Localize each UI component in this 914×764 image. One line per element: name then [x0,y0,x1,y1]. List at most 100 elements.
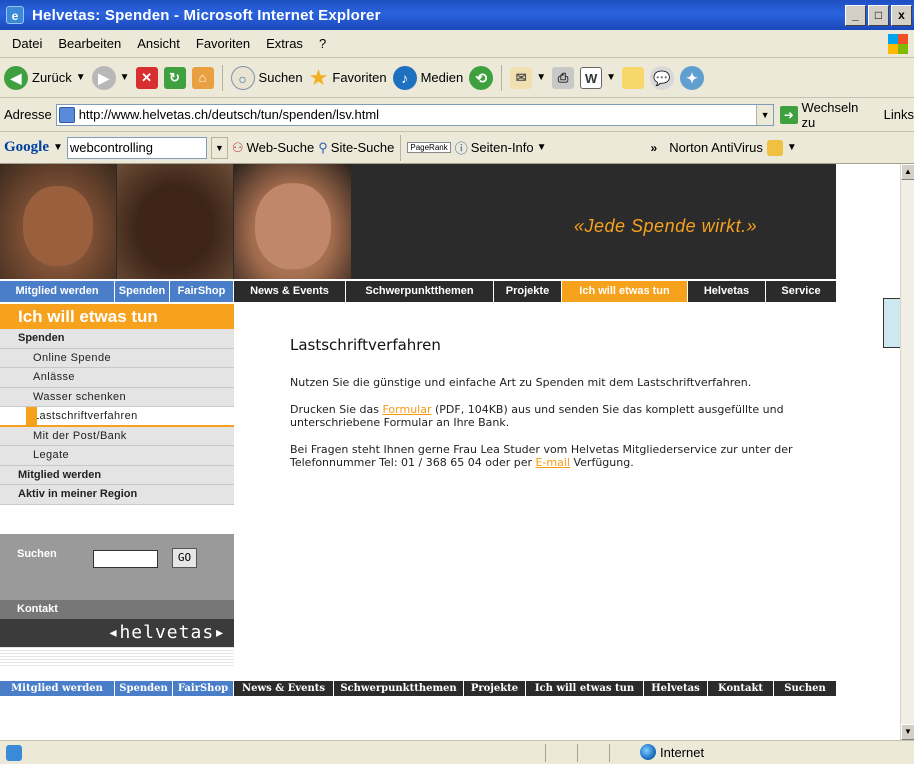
footer-ich-will-etwas-tun[interactable]: Ich will etwas tun [526,681,644,696]
nav-ich-will-etwas-tun[interactable]: Ich will etwas tun [562,281,688,302]
search-icon: ○ [230,65,255,90]
menu-ansicht[interactable]: Ansicht [129,36,188,51]
menu-extras[interactable]: Extras [258,36,311,51]
print-icon[interactable]: ⎙ [552,66,575,89]
page-info-button[interactable]: ⓘ Seiten-Info ▼ [455,138,547,157]
window-title: Helvetas: Spenden - Microsoft Internet E… [32,6,381,24]
maximize-button[interactable]: □ [868,5,889,26]
active-marker [26,407,37,425]
sidebar-item-legate[interactable]: Legate [0,446,234,466]
page-title: Lastschriftverfahren [290,336,441,354]
address-input[interactable]: http://www.helvetas.ch/deutsch/tun/spend… [55,103,775,126]
formular-link[interactable]: Formular [382,403,431,416]
nav-news-events[interactable]: News & Events [234,281,346,302]
search-label: Suchen [258,70,303,85]
mail-button[interactable]: ✉ ▼ [510,66,546,89]
menu-favoriten[interactable]: Favoriten [188,36,258,51]
minimize-button[interactable]: _ [845,5,866,26]
menu-help[interactable]: ? [311,36,334,51]
search-go-button[interactable]: GO [172,548,197,568]
scroll-down-icon[interactable]: ▼ [901,724,914,740]
sidebar-contact[interactable]: Kontakt [0,600,234,619]
sidebar-stripes [0,647,234,667]
ie-icon: e [6,6,24,24]
nav-projekte[interactable]: Projekte [494,281,562,302]
sidebar-item-lastschriftverfahren[interactable]: Lastschriftverfahren [0,407,234,427]
media-icon: ♪ [392,65,417,90]
media-button[interactable]: ♪ Medien [392,65,463,90]
favorites-button[interactable]: ★ Favoriten [309,65,387,91]
norton-button[interactable]: Norton AntiVirus [669,140,763,155]
menu-bearbeiten[interactable]: Bearbeiten [50,36,129,51]
pagerank-indicator[interactable]: PageRank [407,142,451,153]
folder-icon[interactable] [622,66,645,89]
sidebar-item-aktiv-region[interactable]: Aktiv in meiner Region [0,485,234,505]
messenger-icon[interactable]: ✦ [680,65,705,90]
footer-mitglied-werden[interactable]: Mitglied werden [0,681,115,696]
page-icon [58,106,75,123]
toolbar-separator [501,64,503,91]
sidebar-item-mitglied-werden[interactable]: Mitglied werden [0,465,234,485]
nav-mitglied-werden[interactable]: Mitglied werden [0,281,115,302]
footer-helvetas[interactable]: Helvetas [644,681,708,696]
nav-schwerpunktthemen[interactable]: Schwerpunktthemen [346,281,494,302]
go-button[interactable]: ➜ Wechseln zu [780,100,874,130]
footer-schwerpunktthemen[interactable]: Schwerpunktthemen [334,681,464,696]
scroll-up-icon[interactable]: ▲ [901,164,914,180]
norton-icon[interactable] [766,139,783,156]
title-bar: e Helvetas: Spenden - Microsoft Internet… [0,0,914,30]
footer-projekte[interactable]: Projekte [464,681,526,696]
home-icon[interactable]: ⌂ [191,66,214,89]
more-chevron[interactable]: » [651,141,658,155]
refresh-icon[interactable]: ↻ [163,66,186,89]
search-input[interactable] [93,550,158,568]
sidebar-item-anlaesse[interactable]: Anlässe [0,368,234,388]
sidebar-item-post-bank[interactable]: Mit der Post/Bank [0,426,234,446]
footer-suchen[interactable]: Suchen [774,681,836,696]
address-dropdown-button[interactable]: ▼ [756,104,774,125]
site-search-button[interactable]: ⚲ Site-Suche [318,140,394,156]
helvetas-logo[interactable]: ◂helvetas▸ [0,619,234,647]
page-info-label: Seiten-Info [470,140,534,155]
search-button[interactable]: ○ Suchen [230,65,303,90]
google-dropdown-button[interactable]: ▼ [210,136,228,159]
forward-button[interactable]: ▶ ▼ [91,65,130,90]
google-search-input[interactable]: webcontrolling [66,136,207,159]
google-logo[interactable]: Google [4,139,49,156]
menu-datei[interactable]: Datei [4,36,50,51]
zone-label: Internet [660,744,705,760]
sidebar-item-spenden[interactable]: Spenden [0,329,234,349]
nav-service[interactable]: Service [766,281,836,302]
chevron-down-icon: ▼ [606,72,617,83]
history-icon[interactable]: ⟲ [469,65,494,90]
nav-spenden[interactable]: Spenden [115,281,170,302]
status-bar: Internet [0,740,914,764]
email-link[interactable]: E-mail [536,456,571,469]
nav-helvetas[interactable]: Helvetas [688,281,766,302]
word-icon: W [580,66,603,89]
footer-spenden[interactable]: Spenden [115,681,173,696]
stop-icon[interactable]: ✕ [135,66,158,89]
standard-toolbar: ◀ Zurück ▼ ▶ ▼ ✕ ↻ ⌂ ○ Suchen ★ Favorite… [0,58,914,98]
discuss-icon[interactable]: 💬 [650,65,675,90]
nav-fairshop[interactable]: FairShop [170,281,234,302]
mail-icon: ✉ [510,66,533,89]
chevron-down-icon: ▼ [119,72,130,83]
forward-arrow-icon: ▶ [91,65,116,90]
toolbar-separator [400,134,402,161]
close-button[interactable]: x [891,5,912,26]
header-tagline: «Jede Spende wirkt.» [574,216,758,236]
footer-news-events[interactable]: News & Events [234,681,334,696]
footer-fairshop[interactable]: FairShop [173,681,234,696]
site-header: «Jede Spende wirkt.» [0,164,836,279]
links-button[interactable]: Links [884,107,914,122]
chevron-down-icon: ▼ [536,142,547,153]
back-button[interactable]: ◀ Zurück ▼ [4,65,86,90]
vertical-scrollbar[interactable]: ▲ ▼ [900,164,914,740]
face [23,185,93,266]
web-search-button[interactable]: ⚇ Web-Suche [232,140,314,156]
sidebar-item-wasser-schenken[interactable]: Wasser schenken [0,387,234,407]
footer-kontakt[interactable]: Kontakt [708,681,774,696]
edit-button[interactable]: W ▼ [580,66,617,89]
sidebar-item-online-spende[interactable]: Online Spende [0,348,234,368]
